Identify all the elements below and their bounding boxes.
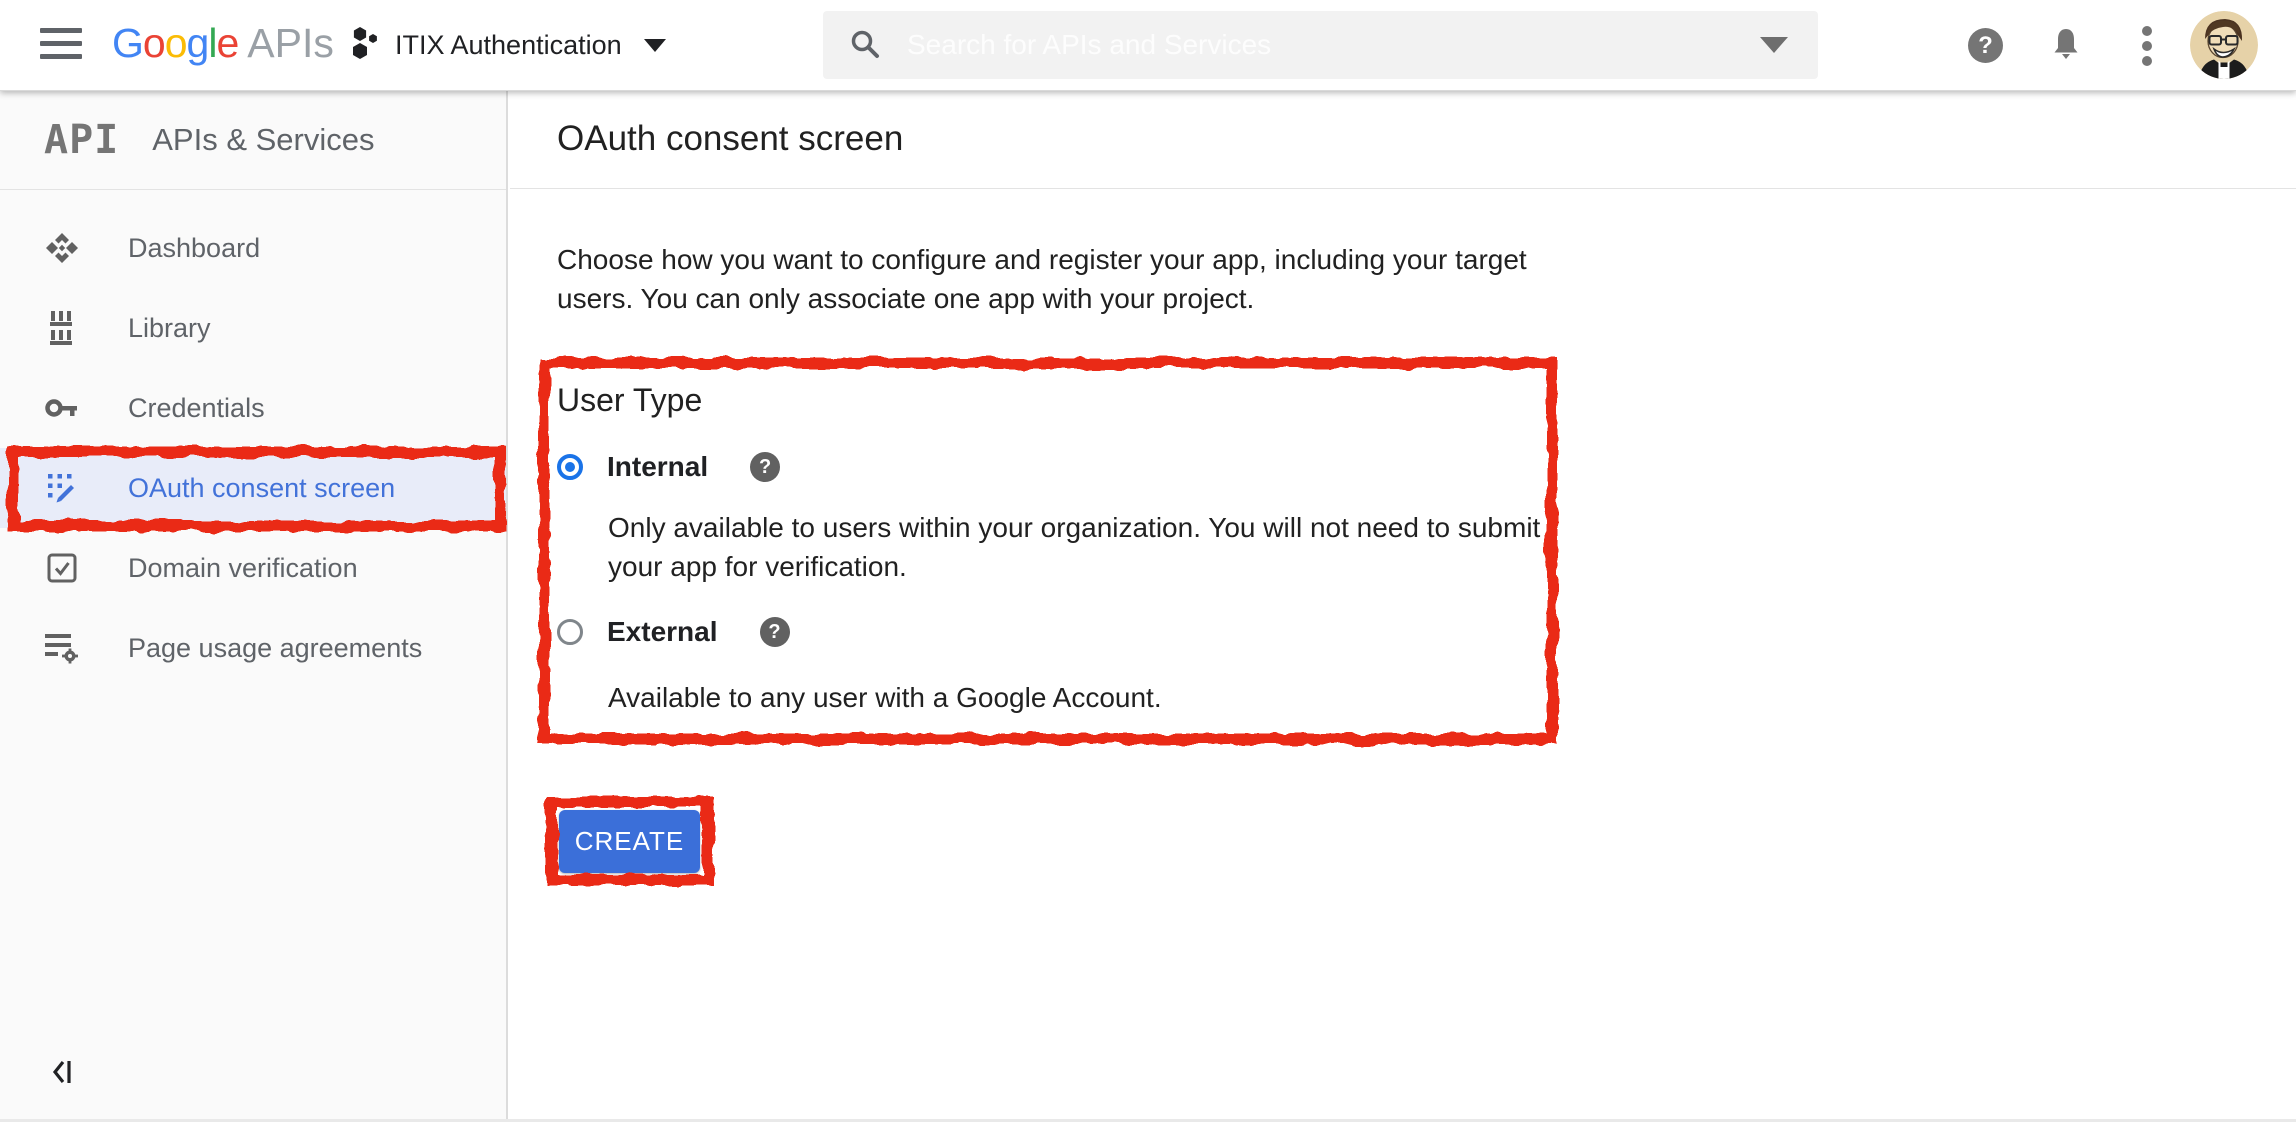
notifications-bell-icon[interactable] [2050,26,2082,69]
help-glyph: ? [759,456,771,479]
list-settings-icon [44,632,80,664]
page-title: OAuth consent screen [557,119,903,159]
sidebar-item-credentials[interactable]: Credentials [0,368,506,448]
google-apis-logo[interactable]: GoogleAPIs [112,20,334,67]
help-glyph: ? [1978,32,1993,60]
search-input[interactable] [905,28,1760,62]
dashboard-icon [44,231,80,265]
radio-external-label[interactable]: External [607,616,718,648]
sidebar-item-dashboard[interactable]: Dashboard [0,208,506,288]
help-icon[interactable]: ? [750,452,780,482]
page-header: OAuth consent screen [510,90,2296,189]
help-glyph: ? [768,621,780,644]
logo-suffix: APIs [247,20,334,66]
logo-letter: g [187,20,209,66]
radio-option-external: External ? [557,615,790,649]
help-icon[interactable]: ? [760,617,790,647]
library-icon [44,311,80,345]
search-bar [823,11,1818,79]
sidebar-item-label: Library [128,313,211,344]
sidebar-item-oauth-consent-screen[interactable]: OAuth consent screen [0,448,506,528]
intro-text: Choose how you want to configure and reg… [557,240,1557,318]
more-options-icon[interactable] [2140,26,2154,66]
sidebar-header: API APIs & Services [0,90,506,190]
sidebar-item-library[interactable]: Library [0,288,506,368]
logo-letter: o [143,20,165,66]
logo-letter: e [216,20,238,66]
collapse-sidebar-icon[interactable] [50,1057,82,1092]
checkbox-icon [44,553,80,583]
sidebar-item-page-usage-agreements[interactable]: Page usage agreements [0,608,506,688]
create-button-label: CREATE [575,826,685,857]
logo-letter: G [112,20,143,66]
sidebar: API APIs & Services Dashboard [0,90,508,1122]
radio-internal[interactable] [557,454,583,480]
project-name: ITIX Authentication [395,30,622,61]
radio-external[interactable] [557,619,583,645]
search-icon [849,28,883,62]
sidebar-item-domain-verification[interactable]: Domain verification [0,528,506,608]
key-icon [44,396,80,420]
sidebar-nav: Dashboard Library Credent [0,190,506,688]
api-logo: API [44,117,119,163]
sidebar-item-label: Credentials [128,393,265,424]
create-button[interactable]: CREATE [559,810,700,873]
account-avatar[interactable] [2190,11,2258,79]
help-icon[interactable]: ? [1968,28,2003,63]
sidebar-item-label: Dashboard [128,233,260,264]
radio-option-internal: Internal ? [557,450,780,484]
sidebar-title: APIs & Services [152,122,374,158]
hamburger-menu-icon[interactable] [40,28,84,62]
sidebar-item-label: OAuth consent screen [128,473,395,504]
external-description: Available to any user with a Google Acco… [608,678,1558,717]
chevron-down-icon [644,39,666,52]
project-hexagons-icon [350,25,380,66]
project-selector[interactable]: ITIX Authentication [350,0,666,90]
internal-description: Only available to users within your orga… [608,508,1558,586]
user-type-heading: User Type [557,382,702,419]
sidebar-item-label: Domain verification [128,553,358,584]
search-dropdown-icon[interactable] [1760,37,1788,53]
radio-internal-label[interactable]: Internal [607,451,708,483]
sidebar-item-label: Page usage agreements [128,633,422,664]
oauth-consent-icon [44,472,80,504]
logo-letter: o [165,20,187,66]
top-app-bar: GoogleAPIs ITIX Authentication ? [0,0,2296,91]
